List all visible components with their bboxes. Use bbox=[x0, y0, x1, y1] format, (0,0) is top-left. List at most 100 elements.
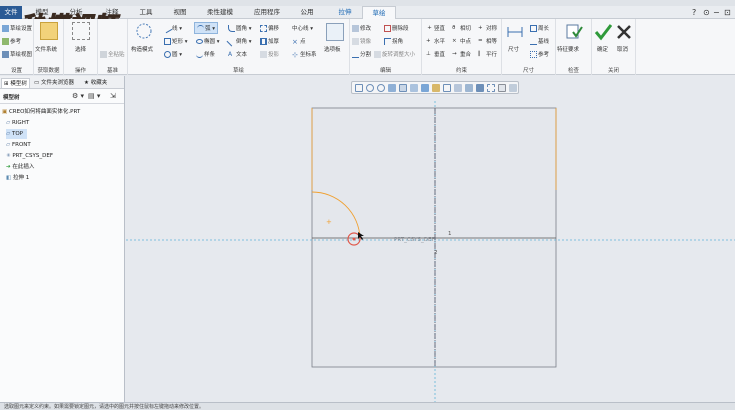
baseline-button[interactable]: 基线 bbox=[530, 37, 549, 45]
tab-tools[interactable]: 工具 bbox=[132, 6, 160, 19]
group-get-data-label[interactable]: 获取数据 bbox=[34, 66, 63, 74]
delete-segment-button[interactable]: 删除段 bbox=[384, 24, 409, 32]
modify-button[interactable]: 修改 bbox=[352, 24, 371, 32]
centerline-button[interactable]: 中心线 ▾ bbox=[292, 24, 313, 32]
group-operations-label[interactable]: 操作 bbox=[64, 66, 97, 74]
dimension-button[interactable]: 尺寸 bbox=[508, 45, 519, 53]
symmetric-constraint-button[interactable]: + 对称 bbox=[478, 24, 497, 32]
equal-constraint-button[interactable]: = 相等 bbox=[478, 37, 497, 45]
corner-button[interactable]: 拐角 bbox=[384, 37, 403, 45]
tab-utilities[interactable]: 公用 bbox=[292, 6, 322, 19]
sketch-display-filters-icon[interactable] bbox=[487, 84, 495, 92]
group-datum-label[interactable]: 基准 bbox=[98, 66, 127, 74]
refit-icon[interactable] bbox=[355, 84, 363, 92]
tab-sketch[interactable]: 草绘 bbox=[362, 6, 396, 19]
sketch-view-button[interactable]: 草绘视图 bbox=[2, 50, 32, 58]
minimize-ribbon-icon[interactable]: − bbox=[713, 6, 720, 19]
text-button[interactable]: A 文本 bbox=[228, 50, 247, 58]
ok-button[interactable]: 确定 bbox=[597, 45, 608, 53]
vertex-display-icon[interactable] bbox=[509, 84, 517, 92]
mirror-icon bbox=[352, 38, 359, 45]
group-inspect-label[interactable]: 检查 bbox=[556, 66, 591, 74]
group-sketch-label[interactable]: 草绘 bbox=[128, 66, 349, 74]
perpendicular-constraint-button[interactable]: ⊥ 垂直 bbox=[426, 50, 445, 58]
tree-item-top[interactable]: ▱ TOP bbox=[6, 129, 27, 139]
tree-item-insert-here[interactable]: ➔ 在此插入 bbox=[6, 162, 34, 172]
construction-mode-button[interactable]: 构造模式 bbox=[131, 45, 153, 53]
tab-view[interactable]: 视图 bbox=[166, 6, 194, 19]
group-constrain-label[interactable]: 约束 bbox=[422, 66, 501, 74]
coincident-constraint-button[interactable]: → 重合 bbox=[452, 50, 471, 58]
help-icon[interactable]: ? bbox=[692, 6, 696, 19]
repaint-icon[interactable] bbox=[388, 84, 396, 92]
parallel-constraint-button[interactable]: ∥ 平行 bbox=[478, 50, 497, 58]
coincident-icon: → bbox=[452, 51, 457, 57]
tab-flexible-modeling[interactable]: 柔性建模 bbox=[202, 6, 238, 19]
midpoint-constraint-button[interactable]: × 中点 bbox=[452, 37, 471, 45]
show-settings-icon[interactable]: ⚙ ▾ bbox=[72, 92, 84, 100]
group-get-data: 文件系统 获取数据 bbox=[34, 19, 64, 75]
graphics-area[interactable]: + PRT_CSYS_DEF 1 2 bbox=[126, 76, 735, 402]
group-setup-label[interactable]: 设置 bbox=[0, 66, 33, 74]
display-style-icon[interactable] bbox=[399, 84, 407, 92]
feature-requirements-button[interactable]: 特征要求 bbox=[557, 45, 579, 53]
coordinate-system-button[interactable]: ⊹ 坐标系 bbox=[292, 50, 317, 59]
cancel-button[interactable]: 取消 bbox=[617, 45, 628, 53]
search-icon[interactable]: ⊙ bbox=[703, 6, 710, 19]
group-edit-label[interactable]: 编辑 bbox=[350, 66, 421, 74]
select-button[interactable]: 选择 bbox=[75, 45, 86, 53]
tab-extrude[interactable]: 拉伸 bbox=[328, 6, 362, 19]
divide-button[interactable]: 分割 bbox=[352, 50, 371, 58]
perspective-view-icon[interactable] bbox=[432, 84, 440, 92]
tab-applications[interactable]: 应用程序 bbox=[248, 6, 286, 19]
tree-item-extrude[interactable]: ◧ 拉伸 1 bbox=[6, 173, 29, 183]
sketch-setup-button[interactable]: 草绘设置 bbox=[2, 24, 32, 32]
tree-settings-icon[interactable]: ▤ ▾ bbox=[88, 92, 100, 100]
tab-folder-browser[interactable]: ▭ 文件夹浏览器 bbox=[32, 78, 76, 88]
plane-icon: ▱ bbox=[6, 142, 11, 148]
thicken-button[interactable]: 加厚 bbox=[260, 37, 279, 45]
ellipse-button[interactable]: 椭圆 ▾ bbox=[196, 37, 220, 45]
file-system-button[interactable]: 文件系统 bbox=[35, 45, 57, 53]
tangent-constraint-button[interactable]: ϑ 相切 bbox=[452, 24, 471, 32]
zoom-out-icon[interactable] bbox=[377, 84, 385, 92]
group-close-label[interactable]: 关闭 bbox=[592, 66, 635, 74]
vertical-constraint-button[interactable]: + 竖直 bbox=[426, 24, 445, 32]
project-button[interactable]: 投影 bbox=[260, 50, 279, 58]
zoom-in-icon[interactable] bbox=[366, 84, 374, 92]
group-dimension-label[interactable]: 尺寸 bbox=[502, 66, 555, 74]
tree-item-csys[interactable]: ✳ PRT_CSYS_DEF bbox=[6, 151, 53, 161]
sketch-view-toolbar-icon[interactable] bbox=[476, 84, 484, 92]
window-options-icon[interactable]: ⊡ bbox=[724, 6, 731, 19]
rectangle-button[interactable]: 矩形 ▾ bbox=[164, 37, 188, 45]
view-manager-icon[interactable] bbox=[421, 84, 429, 92]
constraint-display-icon[interactable] bbox=[498, 84, 506, 92]
annotation-display-icon[interactable] bbox=[454, 84, 462, 92]
chamfer-button[interactable]: 倒角 ▾ bbox=[226, 36, 252, 47]
perimeter-button[interactable]: 周长 bbox=[530, 24, 549, 32]
circle-button[interactable]: 圆 ▾ bbox=[164, 50, 182, 58]
tree-item-front[interactable]: ▱ FRONT bbox=[6, 140, 31, 150]
palette-button[interactable]: 选项板 bbox=[324, 45, 341, 53]
tab-model-tree[interactable]: ⊞ 模型树 bbox=[1, 78, 30, 88]
tab-favorites[interactable]: ★ 收藏夹 bbox=[82, 78, 109, 88]
offset-button[interactable]: 偏移 bbox=[260, 24, 279, 32]
spline-button[interactable]: 样条 bbox=[196, 50, 215, 58]
line-button[interactable]: 线 ▾ bbox=[162, 23, 182, 34]
tree-item-part[interactable]: ▣ CREO如何将曲面实体化.PRT bbox=[2, 107, 80, 117]
mirror-button[interactable]: 镜像 bbox=[352, 37, 371, 45]
datum-display-icon[interactable] bbox=[443, 84, 451, 92]
tangent-icon: ϑ bbox=[452, 25, 456, 31]
reference-button[interactable]: 参考 bbox=[2, 37, 21, 45]
paste-all-button[interactable]: 全粘贴 bbox=[100, 50, 125, 58]
fillet-button[interactable]: 圆角 ▾ bbox=[228, 24, 252, 32]
tree-filter-icon[interactable]: ⇲ bbox=[110, 92, 116, 100]
spin-center-icon[interactable] bbox=[465, 84, 473, 92]
saved-orientations-icon[interactable] bbox=[410, 84, 418, 92]
tree-item-right[interactable]: ▱ RIGHT bbox=[6, 118, 29, 128]
point-button[interactable]: × 点 bbox=[292, 37, 306, 46]
horizontal-constraint-button[interactable]: + 水平 bbox=[426, 37, 445, 45]
rotate-resize-button[interactable]: 旋转调整大小 bbox=[374, 50, 415, 58]
reference-dimension-button[interactable]: 参考 bbox=[530, 50, 549, 58]
arc-button[interactable]: 弧 ▾ bbox=[194, 22, 219, 34]
